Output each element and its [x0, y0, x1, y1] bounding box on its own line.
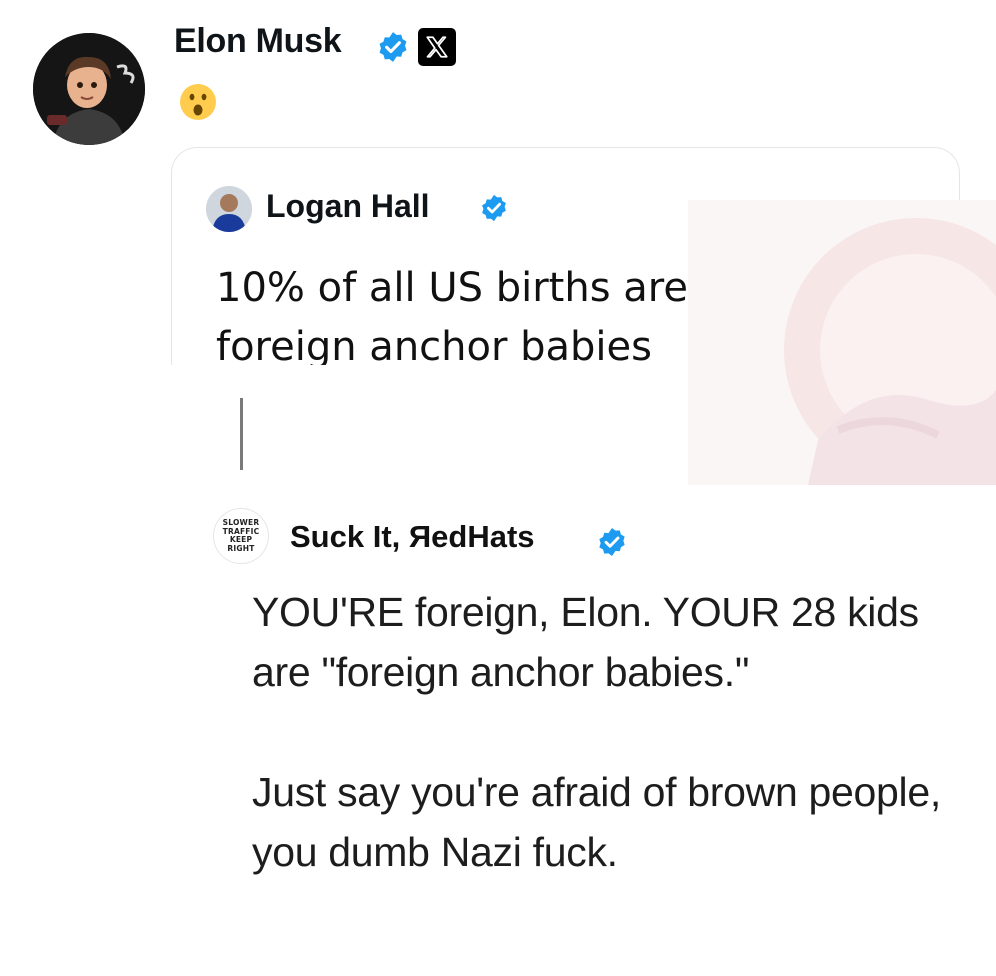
profile-photo-icon [206, 186, 252, 232]
image-cut-band [0, 365, 688, 485]
author-name[interactable]: Elon Musk [174, 22, 342, 61]
avatar-elon[interactable] [33, 33, 145, 145]
surprised-face-emoji-icon [180, 84, 216, 120]
faded-watermark-image [688, 200, 996, 485]
avatar-logan-hall[interactable] [206, 186, 252, 232]
verified-badge-icon [599, 528, 625, 556]
avatar-reply-author[interactable]: SLOWER TRAFFIC KEEP RIGHT [213, 508, 269, 564]
verified-badge-icon [379, 32, 407, 62]
x-logo-icon [418, 28, 456, 66]
verified-badge-icon [482, 194, 506, 222]
reply-paragraph: YOU'RE foreign, Elon. YOUR 28 kids are "… [252, 589, 919, 695]
reply-author-name[interactable]: Suck It, ЯedHats [290, 519, 535, 555]
cartoon-avatar-icon [33, 33, 145, 145]
reply-paragraph: Just say you're afraid of brown people, … [252, 769, 941, 875]
quoted-author-name[interactable]: Logan Hall [266, 188, 430, 225]
avatar-sign-text: RIGHT [227, 543, 255, 553]
thread-connector-line [240, 398, 243, 470]
reply-body: YOU'RE foreign, Elon. YOUR 28 kids are "… [252, 582, 982, 882]
road-sign-avatar: SLOWER TRAFFIC KEEP RIGHT [223, 518, 260, 553]
